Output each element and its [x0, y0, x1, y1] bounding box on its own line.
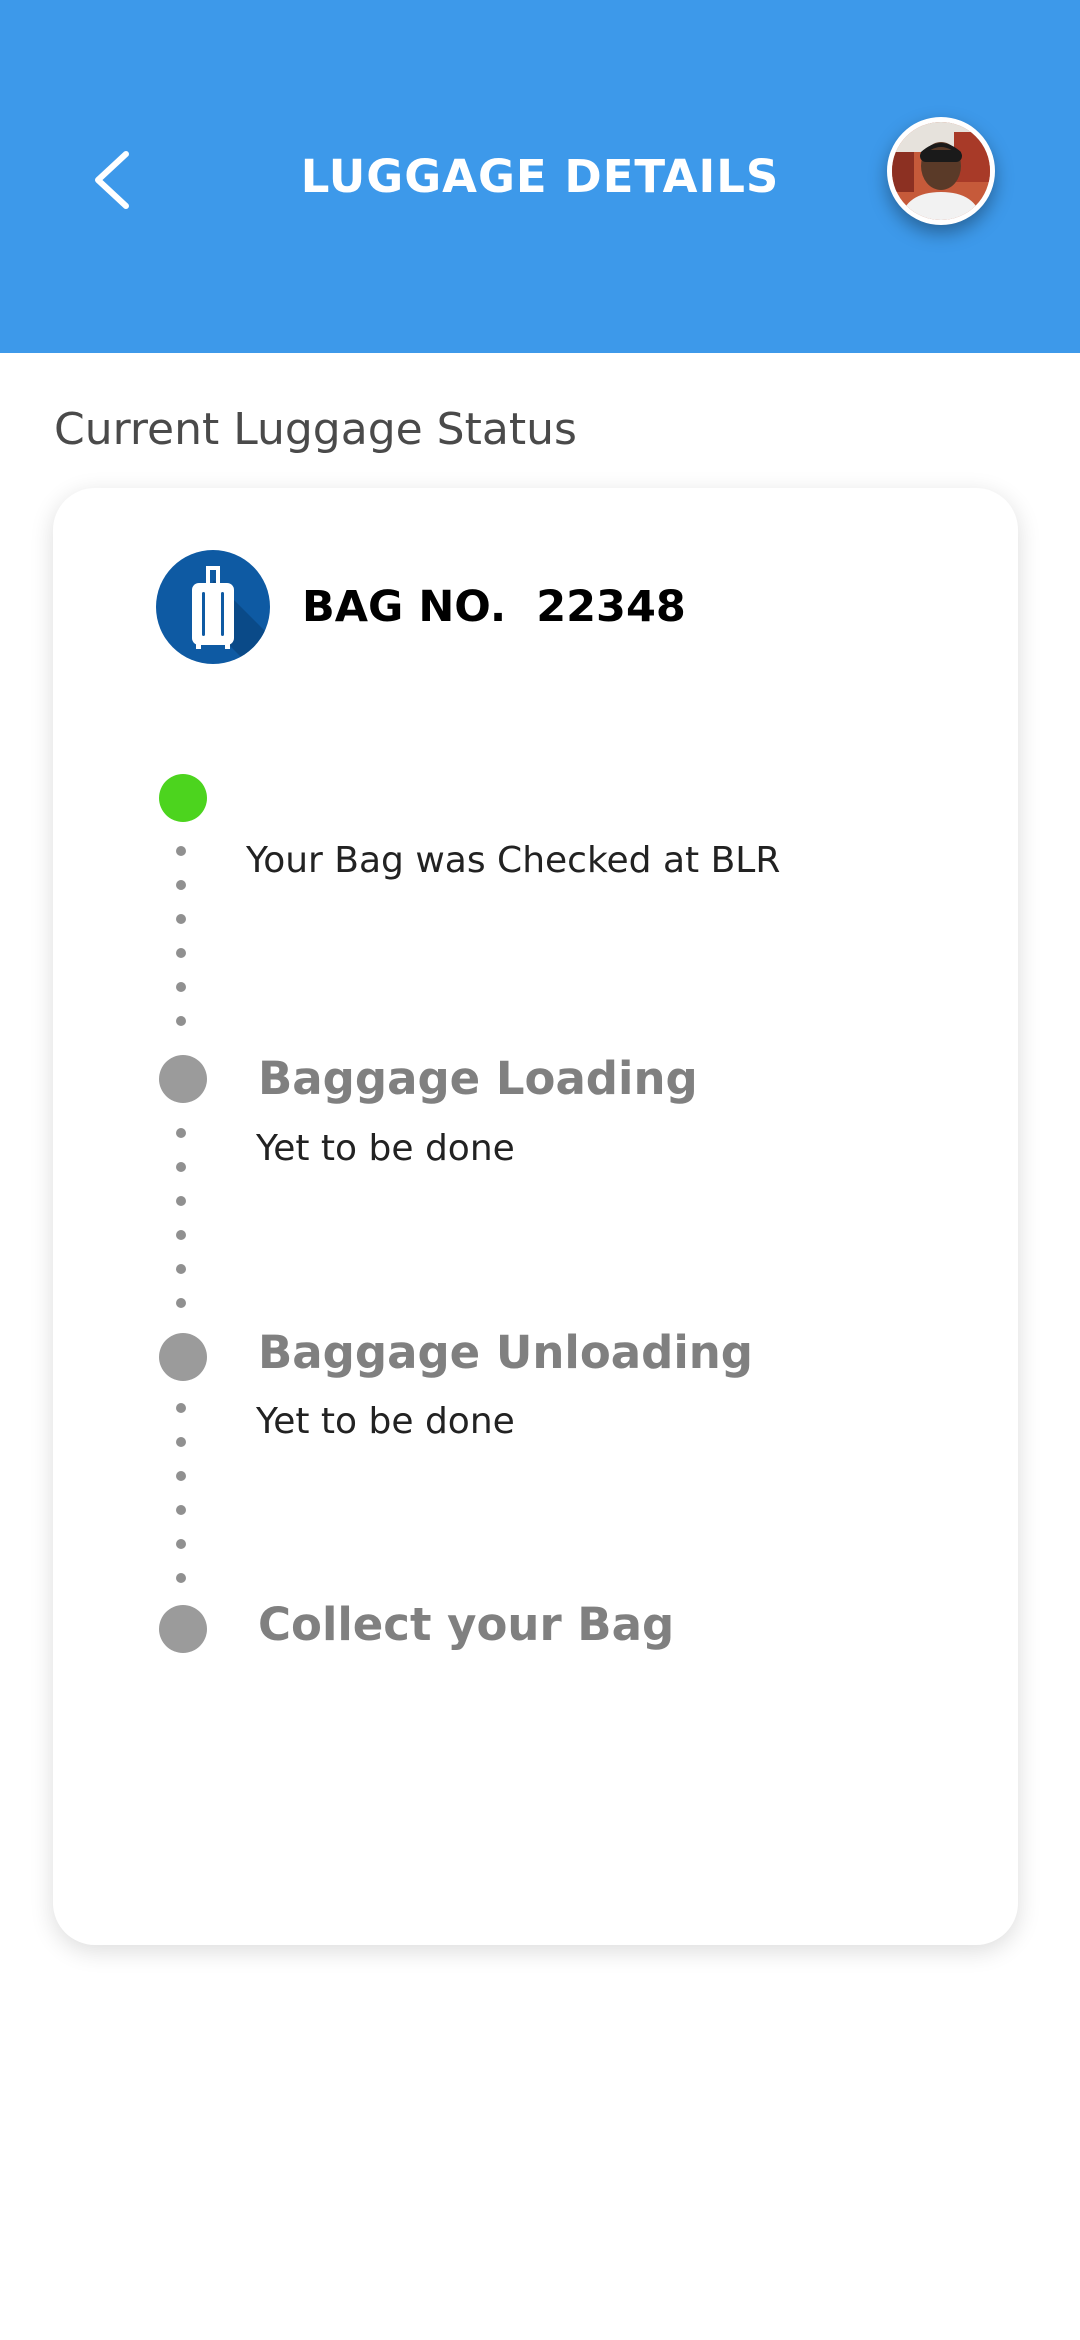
step-checked-dot: [159, 774, 207, 822]
step-loading-title: Baggage Loading: [258, 1052, 698, 1105]
timeline-connector: [176, 1128, 186, 1308]
step-checked-subtitle: Your Bag was Checked at BLR: [246, 840, 781, 881]
step-unloading-dot: [159, 1333, 207, 1381]
step-collect-dot: [159, 1605, 207, 1653]
back-button[interactable]: [82, 140, 146, 220]
step-loading-subtitle: Yet to be done: [256, 1128, 515, 1169]
page-title: LUGGAGE DETAILS: [300, 150, 780, 203]
user-avatar[interactable]: [887, 117, 995, 225]
avatar-icon: [892, 122, 990, 220]
suitcase-icon: [156, 550, 270, 664]
step-unloading-title: Baggage Unloading: [258, 1326, 754, 1379]
step-loading-dot: [159, 1055, 207, 1103]
app-header: LUGGAGE DETAILS: [0, 0, 1080, 353]
section-title: Current Luggage Status: [54, 404, 577, 455]
step-unloading-subtitle: Yet to be done: [256, 1401, 515, 1442]
step-collect-title: Collect your Bag: [258, 1598, 675, 1651]
timeline-connector: [176, 1403, 186, 1583]
timeline-connector: [176, 846, 186, 1026]
luggage-status-card: BAG NO. 22348 Your Bag was Checked at BL…: [53, 488, 1018, 1945]
bag-number: BAG NO. 22348: [302, 582, 686, 632]
chevron-left-icon: [95, 151, 129, 209]
